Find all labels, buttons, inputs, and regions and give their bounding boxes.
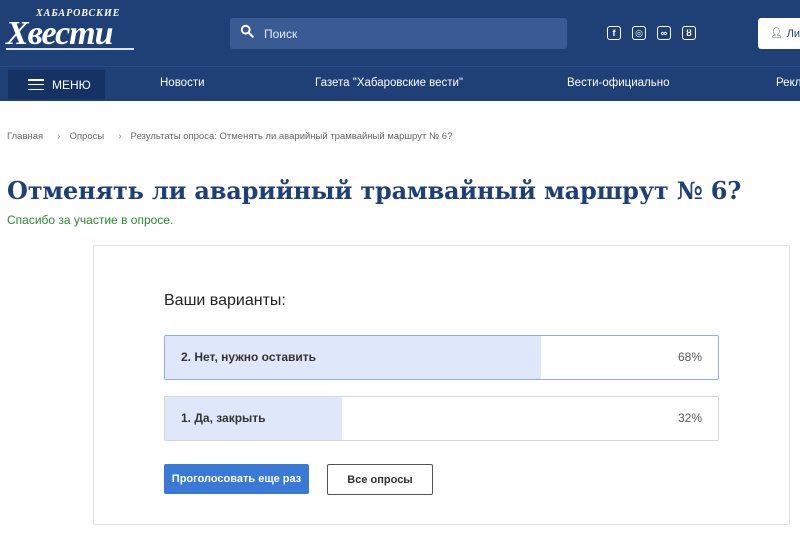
main-nav: МЕНЮ Новости Газета "Хабаровские вести" …	[0, 66, 800, 101]
result-label: 2. Нет, нужно оставить	[181, 350, 317, 364]
poll-results-card: Ваши варианты: 2. Нет, нужно оставить 68…	[93, 245, 790, 525]
chevron-right-icon: ›	[57, 131, 61, 142]
chevron-right-icon: ›	[118, 131, 122, 142]
account-label: Лич	[786, 27, 800, 40]
search-input[interactable]	[264, 26, 544, 41]
nav-link-official[interactable]: Вести-официально	[567, 77, 669, 89]
poll-result-row: 2. Нет, нужно оставить 68%	[164, 335, 719, 380]
breadcrumb-current: Результаты опроса: Отменять ли аварийный…	[130, 131, 453, 142]
vk-icon[interactable]: ∞	[657, 26, 671, 40]
result-percent: 32%	[677, 411, 702, 425]
poll-result-row: 1. Да, закрыть 32%	[164, 396, 719, 441]
breadcrumb: Главная › Опросы › Результаты опроса: От…	[7, 131, 452, 142]
vote-again-button[interactable]: Проголосовать еще раз	[164, 464, 309, 494]
odnoklassniki-icon[interactable]: ȣ	[682, 26, 696, 40]
user-icon: 👤︎	[770, 28, 783, 39]
poll-heading: Ваши варианты:	[164, 292, 286, 309]
search-box[interactable]	[230, 18, 567, 49]
facebook-icon[interactable]: f	[607, 26, 621, 40]
thanks-message: Спасибо за участие в опросе.	[7, 213, 174, 227]
social-links: f ◎ ∞ ȣ	[607, 26, 696, 40]
hamburger-icon	[28, 79, 44, 90]
site-logo[interactable]: ХАБАРОВСКИЕ Хвести	[6, 8, 136, 56]
site-header: ХАБАРОВСКИЕ Хвести f ◎ ∞ ȣ 👤︎ Лич	[0, 0, 800, 66]
breadcrumb-home[interactable]: Главная	[7, 131, 43, 142]
search-icon[interactable]	[240, 24, 254, 43]
account-button[interactable]: 👤︎ Лич	[758, 18, 800, 49]
all-polls-button[interactable]: Все опросы	[327, 464, 433, 495]
menu-button[interactable]: МЕНЮ	[8, 70, 105, 99]
page-title: Отменять ли аварийный трамвайный маршрут…	[7, 176, 742, 205]
nav-link-news[interactable]: Новости	[160, 77, 205, 89]
result-label: 1. Да, закрыть	[181, 411, 266, 425]
nav-link-ads[interactable]: Рекл	[776, 77, 800, 89]
nav-link-newspaper[interactable]: Газета "Хабаровские вести"	[315, 77, 463, 89]
result-percent: 68%	[677, 350, 702, 364]
breadcrumb-polls[interactable]: Опросы	[70, 131, 105, 142]
logo-underline	[6, 48, 134, 50]
menu-label: МЕНЮ	[52, 77, 91, 92]
instagram-icon[interactable]: ◎	[632, 26, 646, 40]
